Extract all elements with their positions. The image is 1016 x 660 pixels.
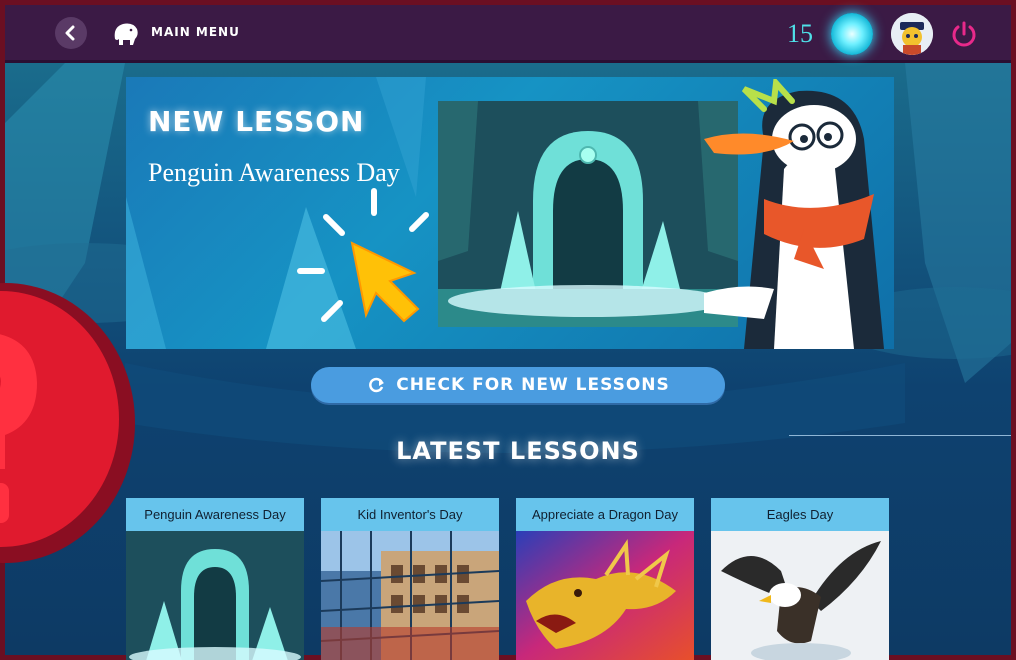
lesson-card-title: Appreciate a Dragon Day (516, 498, 694, 531)
building-thumbnail (321, 531, 499, 660)
power-icon (952, 21, 976, 47)
chevron-left-icon (65, 25, 75, 41)
latest-lessons-heading: LATEST LESSONS (396, 437, 640, 465)
refresh-icon (369, 377, 385, 393)
new-lesson-banner[interactable]: NEW LESSON Penguin Awareness Day (126, 77, 894, 349)
divider (789, 435, 1011, 436)
dragon-thumbnail (516, 531, 694, 660)
penguin-mascot (704, 79, 884, 349)
ice-cave-thumbnail (126, 531, 304, 660)
lesson-card-title: Kid Inventor's Day (321, 498, 499, 531)
elephant-icon[interactable] (111, 19, 141, 47)
power-button[interactable] (947, 17, 981, 51)
lesson-card-inventor[interactable]: Kid Inventor's Day (321, 498, 499, 660)
top-bar: MAIN MENU 15 (5, 5, 1011, 63)
eagle-thumbnail (711, 531, 889, 660)
lesson-card-penguin[interactable]: Penguin Awareness Day (126, 498, 304, 660)
lesson-card-title: Penguin Awareness Day (126, 498, 304, 531)
energy-orb-icon[interactable] (831, 13, 873, 55)
lesson-card-dragon[interactable]: Appreciate a Dragon Day (516, 498, 694, 660)
help-badge-icon[interactable] (0, 273, 135, 573)
points-counter: 15 (787, 19, 813, 48)
check-new-lessons-label: CHECK FOR NEW LESSONS (396, 375, 670, 395)
cursor-pointer-icon (297, 188, 429, 323)
lesson-card-title: Eagles Day (711, 498, 889, 531)
main-menu-link[interactable]: MAIN MENU (151, 25, 240, 39)
ice-cave-image (438, 101, 738, 327)
hero-lesson-title: Penguin Awareness Day (148, 158, 400, 187)
avatar[interactable] (891, 13, 933, 55)
new-lesson-label: NEW LESSON (148, 105, 365, 138)
check-new-lessons-button[interactable]: CHECK FOR NEW LESSONS (311, 367, 725, 403)
back-button[interactable] (55, 17, 87, 49)
lesson-card-eagles[interactable]: Eagles Day (711, 498, 889, 660)
